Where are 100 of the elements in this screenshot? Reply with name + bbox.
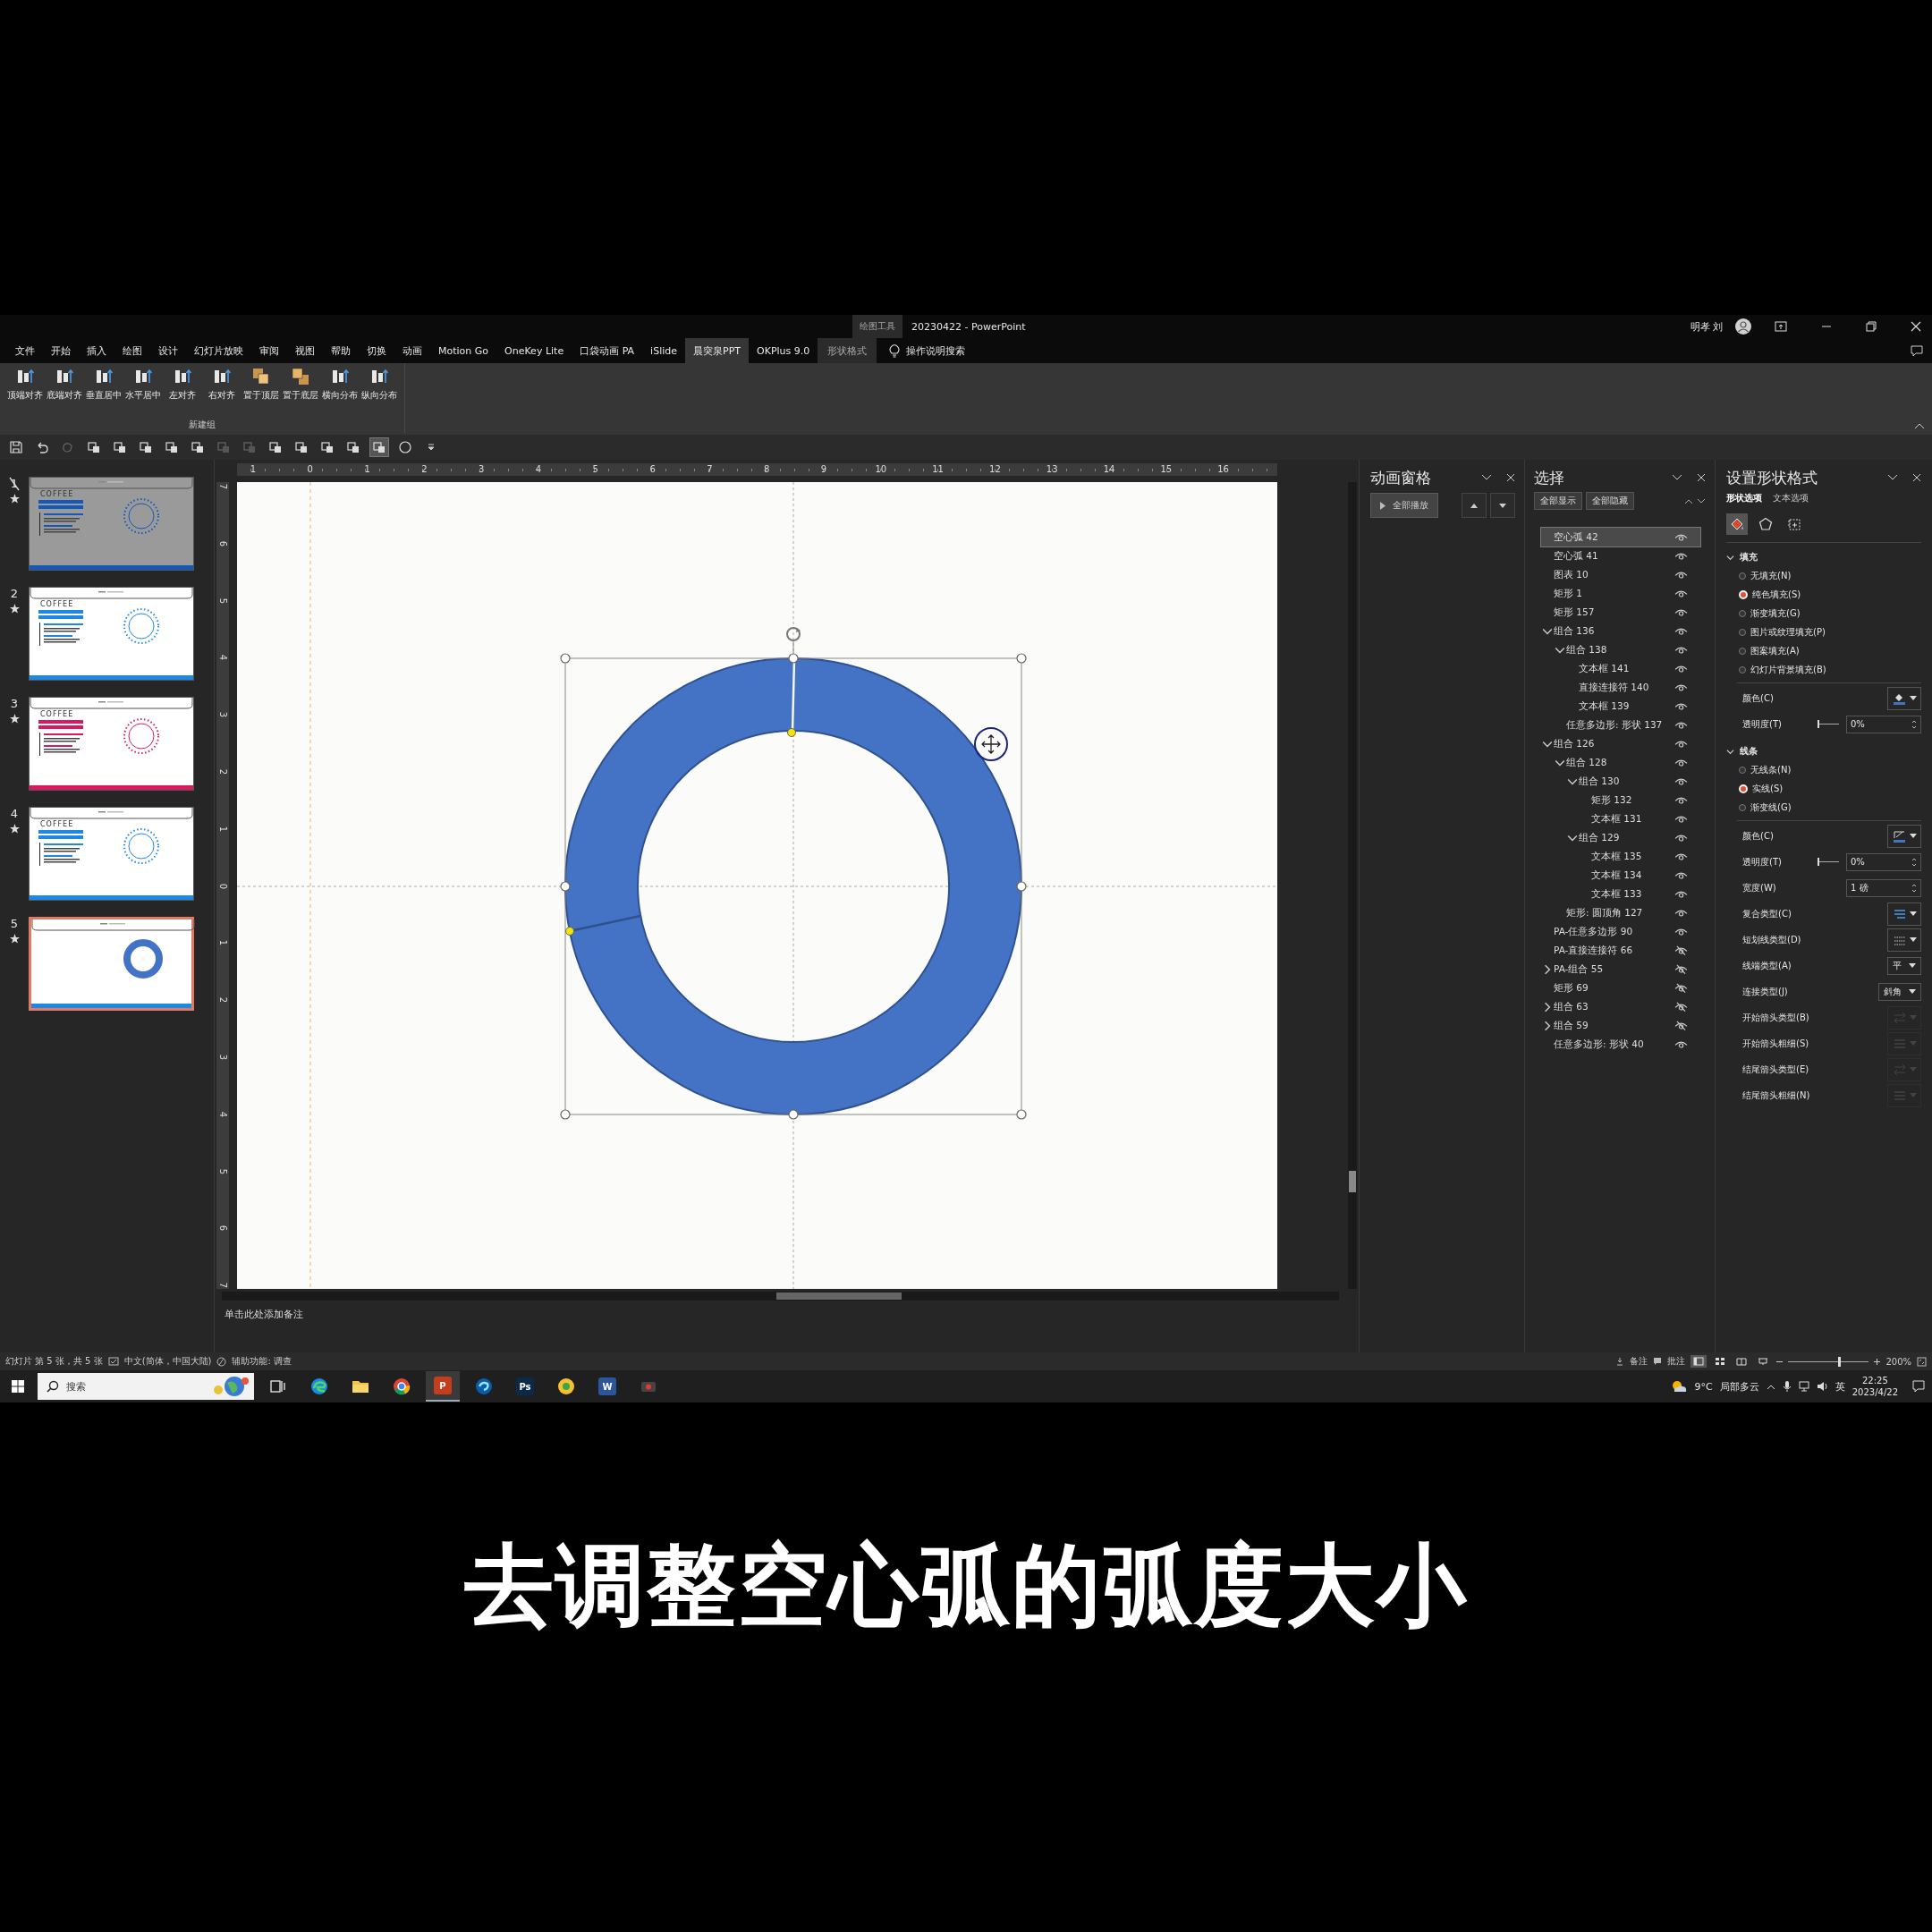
radio-option[interactable]: 渐变线(G) [1726, 798, 1921, 817]
horizontal-scrollbar[interactable] [222, 1292, 1339, 1301]
eye-icon[interactable] [1674, 739, 1688, 749]
dropdown[interactable]: 斜角 [1878, 982, 1921, 1001]
ribbon-button[interactable]: 右对齐 [202, 367, 242, 402]
eye-icon[interactable] [1674, 607, 1688, 617]
spellcheck-icon[interactable] [107, 1357, 119, 1366]
dropdown-icon[interactable] [1672, 474, 1682, 481]
section-header[interactable]: 线条 [1726, 742, 1921, 760]
eye-icon[interactable] [1674, 664, 1688, 674]
horizontal-ruler[interactable]: 1 0 1 2 3 4 5 6 7 8 9 10 11 12 13 14 15 16 [237, 463, 1277, 476]
ribbon-button[interactable]: 顶端对齐 [5, 367, 45, 402]
close-icon[interactable] [1912, 473, 1921, 482]
ribbon-display-icon[interactable] [1775, 321, 1787, 332]
style-dropdown[interactable] [1887, 824, 1921, 848]
selection-list-item[interactable]: 文本框 133 [1541, 885, 1700, 903]
eye-icon[interactable] [1674, 776, 1688, 786]
close-icon[interactable] [1911, 321, 1921, 332]
eye-icon[interactable] [1674, 927, 1688, 936]
dropdown-icon[interactable] [1887, 474, 1898, 481]
eye-icon[interactable] [1674, 645, 1688, 655]
fit-slide-icon[interactable] [1917, 1356, 1927, 1367]
selection-list-item[interactable]: 矩形 132 [1541, 791, 1700, 809]
eye-crossed-icon[interactable] [1674, 945, 1688, 955]
caret-up-icon[interactable] [1766, 1383, 1775, 1390]
notes-placeholder[interactable]: 单击此处添加备注 [225, 1308, 1359, 1321]
ribbon-tab[interactable]: 口袋动画 PA [572, 338, 643, 363]
resize-handle[interactable] [1016, 653, 1027, 664]
move-down-button[interactable] [1490, 493, 1515, 518]
avatar-icon[interactable] [1735, 318, 1751, 335]
slide-thumbnail[interactable] [29, 917, 194, 1011]
resize-handle[interactable] [788, 1109, 799, 1120]
spinner-arrows-icon[interactable] [1911, 856, 1917, 868]
selection-list-item[interactable]: 文本框 135 [1541, 847, 1700, 866]
radio-option[interactable]: 图案填充(A) [1726, 641, 1921, 660]
ribbon-tab[interactable]: 幻灯片放映 [186, 338, 251, 363]
accessibility-status[interactable]: 辅助功能: 调查 [232, 1355, 292, 1368]
eye-icon[interactable] [1674, 852, 1688, 861]
eye-crossed-icon[interactable] [1674, 983, 1688, 993]
ribbon-tab[interactable]: 帮助 [323, 338, 359, 363]
selection-list-item[interactable]: 组合 130 [1541, 772, 1700, 791]
style-dropdown[interactable] [1887, 686, 1921, 710]
eye-icon[interactable] [1674, 758, 1688, 767]
slide-canvas[interactable] [237, 482, 1277, 1289]
spin-field[interactable]: 0% [1846, 852, 1921, 871]
radio-option[interactable]: 图片或纹理填充(P) [1726, 623, 1921, 641]
temperature[interactable]: 9°C [1694, 1380, 1713, 1393]
selection-list-item[interactable]: 组合 136 [1541, 622, 1700, 640]
lightbulb-icon[interactable] [889, 343, 901, 358]
vertical-ruler[interactable]: 7 6 5 4 3 2 1 0 1 2 3 4 5 6 7 [216, 482, 229, 1289]
selection-list-item[interactable]: 组合 138 [1541, 640, 1700, 659]
save-icon[interactable] [7, 438, 25, 456]
comments-button[interactable]: 批注 [1667, 1355, 1686, 1368]
resize-handle[interactable] [560, 653, 571, 664]
notes-button[interactable]: 备注 [1630, 1355, 1648, 1368]
eye-icon[interactable] [1674, 889, 1688, 899]
eye-crossed-icon[interactable] [1674, 964, 1688, 974]
ribbon-tab[interactable]: 形状格式 [818, 338, 877, 363]
ribbon-tab[interactable]: OneKey Lite [496, 338, 572, 363]
clock-date[interactable]: 2023/4/22 [1852, 1386, 1898, 1398]
view-button[interactable] [1690, 1355, 1707, 1368]
options-tab[interactable]: 文本选项 [1773, 492, 1809, 504]
resize-handle[interactable] [788, 653, 799, 664]
ribbon-button[interactable]: 横向分布 [320, 367, 360, 402]
selection-list-item[interactable]: 文本框 131 [1541, 809, 1700, 828]
notes-icon[interactable] [1615, 1357, 1625, 1366]
eye-icon[interactable] [1674, 626, 1688, 636]
category-tab[interactable] [1726, 513, 1748, 535]
ribbon-tab[interactable]: 设计 [150, 338, 186, 363]
resize-handle[interactable] [1016, 1109, 1027, 1120]
ribbon-tab[interactable]: 插入 [79, 338, 114, 363]
selection-list-item[interactable]: 任意多边形: 形状 137 [1541, 716, 1700, 734]
selection-list-item[interactable]: 图表 10 [1541, 565, 1700, 584]
selection-list-item[interactable]: 矩形: 圆顶角 127 [1541, 903, 1700, 922]
eye-icon[interactable] [1674, 870, 1688, 880]
selection-list-item[interactable]: 矩形 1 [1541, 584, 1700, 603]
slide-thumbnail[interactable]: COFFEE [29, 477, 194, 571]
rotate-handle[interactable] [786, 627, 801, 641]
vertical-scrollbar[interactable] [1348, 482, 1357, 1289]
search-field[interactable]: 搜索 [38, 1373, 254, 1400]
eye-icon[interactable] [1674, 720, 1688, 730]
options-tab[interactable]: 形状选项 [1726, 492, 1762, 504]
eye-icon[interactable] [1674, 701, 1688, 711]
radio-option[interactable]: 幻灯片背景填充(B) [1726, 660, 1921, 679]
zoom-in-icon[interactable] [1874, 1358, 1881, 1365]
slide-thumbnail[interactable]: COFFEE [29, 587, 194, 681]
move-up-icon[interactable] [1684, 497, 1693, 504]
eye-icon[interactable] [1674, 795, 1688, 805]
selection-list-item[interactable]: 组合 63 [1541, 997, 1700, 1016]
eye-icon[interactable] [1674, 589, 1688, 598]
eye-icon[interactable] [1674, 532, 1688, 542]
radio-button[interactable] [1739, 803, 1746, 811]
selection-list-item[interactable]: PA-组合 55 [1541, 960, 1700, 979]
eye-icon[interactable] [1674, 1039, 1688, 1049]
ribbon-button[interactable]: 底端对齐 [45, 367, 84, 402]
input-method[interactable]: 英 [1835, 1379, 1845, 1394]
move-down-icon[interactable] [1697, 497, 1706, 504]
play-all-button[interactable]: 全部播放 [1370, 493, 1438, 518]
accessibility-icon[interactable] [216, 1356, 227, 1367]
ribbon-tab[interactable]: 文件 [7, 338, 43, 363]
